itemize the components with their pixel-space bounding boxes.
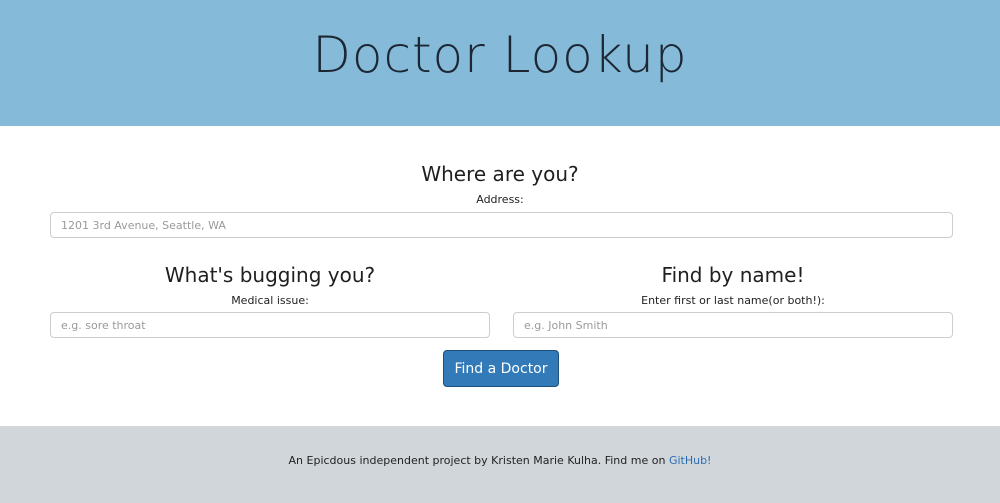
github-link[interactable]: GitHub! xyxy=(669,454,712,467)
page-header: Doctor Lookup xyxy=(0,0,1000,126)
medical-issue-input[interactable] xyxy=(50,312,490,338)
medical-issue-label: Medical issue: xyxy=(231,294,309,307)
location-heading: Where are you? xyxy=(421,162,579,186)
address-input[interactable] xyxy=(50,212,953,238)
page-title: Doctor Lookup xyxy=(312,26,688,84)
footer-credit: An Epicdous independent project by Krist… xyxy=(0,454,1000,467)
footer-credit-text: An Epicdous independent project by Krist… xyxy=(288,454,669,467)
page-footer: An Epicdous independent project by Krist… xyxy=(0,426,1000,503)
find-doctor-button[interactable]: Find a Doctor xyxy=(443,350,559,387)
doctor-name-label: Enter first or last name(or both!): xyxy=(641,294,825,307)
issue-heading: What's bugging you? xyxy=(164,263,376,287)
address-label: Address: xyxy=(476,193,524,206)
doctor-name-input[interactable] xyxy=(513,312,953,338)
name-heading: Find by name! xyxy=(661,263,805,287)
